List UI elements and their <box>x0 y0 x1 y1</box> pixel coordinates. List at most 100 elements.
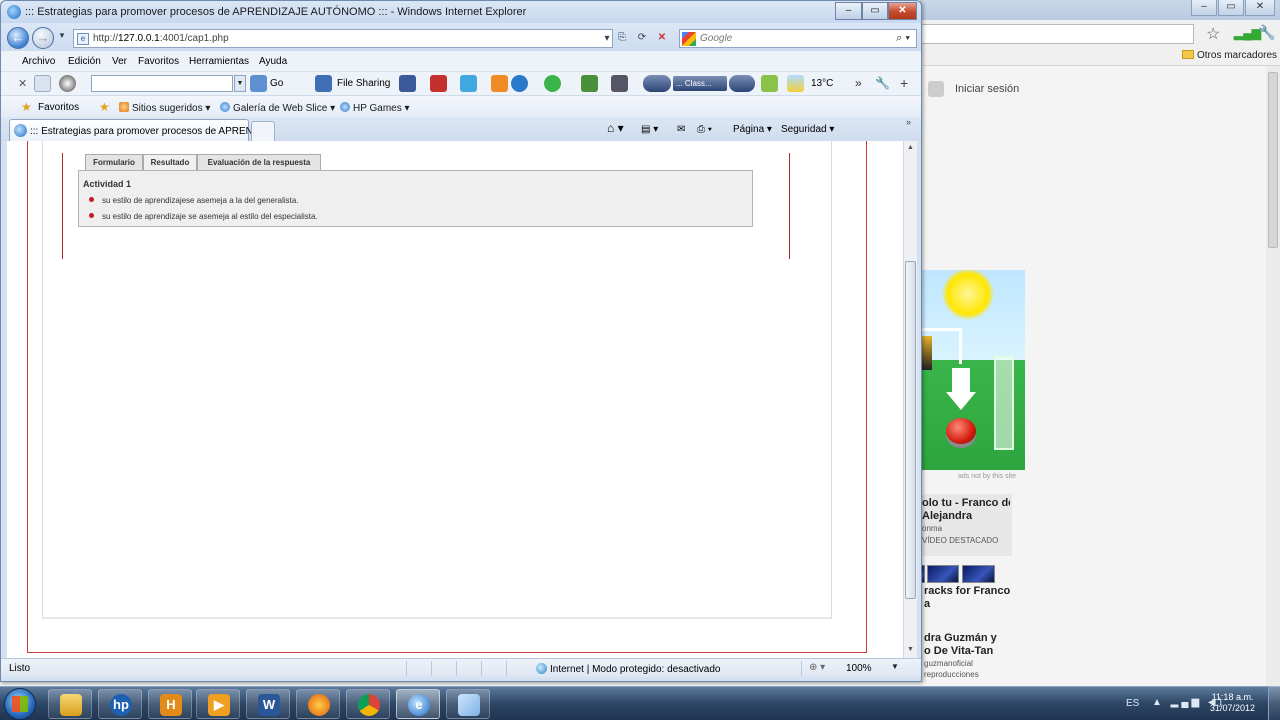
compat-view-icon[interactable]: ⎘ <box>615 31 629 45</box>
address-dropdown-icon[interactable]: ▾ <box>600 32 614 46</box>
wrench-icon[interactable]: 🔧 <box>1258 24 1275 41</box>
menu-ayuda[interactable]: Ayuda <box>259 56 287 67</box>
maximize-button[interactable]: ▭ <box>1218 0 1244 16</box>
add-favorite-icon[interactable]: ★ <box>99 100 110 114</box>
taskbar-hp[interactable]: hp <box>98 689 142 719</box>
chat-icon[interactable] <box>544 75 561 92</box>
new-tab-button[interactable] <box>251 121 275 141</box>
search-box[interactable]: Google ⌕ ▾ <box>679 29 917 48</box>
more-icon[interactable]: » <box>855 76 862 90</box>
taskbar-paint[interactable] <box>446 689 490 719</box>
address-protocol: http:// <box>93 33 119 44</box>
scrollbar-thumb[interactable] <box>905 261 916 599</box>
add-icon[interactable]: + <box>900 75 908 91</box>
fav-link-hpgames[interactable]: HP Games ▾ <box>340 102 410 114</box>
twitter-icon[interactable] <box>460 75 477 92</box>
taskbar-chrome[interactable] <box>346 689 390 719</box>
signin-link[interactable]: Iniciar sesión <box>955 83 1019 95</box>
fav-link-sitios[interactable]: Sitios sugeridos ▾ <box>119 102 210 114</box>
bookmark-star-icon[interactable]: ☆ <box>1206 24 1220 44</box>
red-button-icon[interactable] <box>946 418 976 444</box>
menu-ver[interactable]: Ver <box>112 56 127 67</box>
facebook-icon[interactable] <box>399 75 416 92</box>
print-icon[interactable]: ⎙ ▾ <box>697 124 712 135</box>
video-item[interactable]: dra Guzmán y o De Vita-Tan guzmanoficial… <box>924 632 1014 680</box>
scroll-down-icon[interactable]: ▼ <box>907 646 914 653</box>
minimize-button[interactable]: – <box>1191 0 1217 16</box>
background-address-bar[interactable] <box>922 24 1194 44</box>
weather-icon[interactable] <box>787 75 804 92</box>
media-next-icon[interactable] <box>729 75 755 92</box>
youtube-icon[interactable] <box>430 75 447 92</box>
favorites-button[interactable]: Favoritos <box>38 102 79 113</box>
people-icon[interactable] <box>581 75 598 92</box>
taskbar-explorer[interactable] <box>48 689 92 719</box>
tab-formulario[interactable]: Formulario <box>85 154 143 171</box>
minimize-button[interactable]: – <box>835 2 862 20</box>
stop-icon[interactable]: ✕ <box>655 31 669 45</box>
menu-archivo[interactable]: Archivo <box>22 56 55 67</box>
vertical-scrollbar[interactable]: ▲ ▼ <box>903 141 917 658</box>
media-controls-icon[interactable] <box>643 75 671 92</box>
game-ad-banner[interactable] <box>920 270 1025 470</box>
toolbar-menu-icon[interactable] <box>34 75 51 92</box>
zoom-dropdown-icon[interactable]: ▼ <box>891 662 899 671</box>
video-thumbnail[interactable] <box>927 565 959 583</box>
clock[interactable]: 11:18 a.m. 31/07/2012 <box>1210 692 1255 714</box>
page-menu[interactable]: Página ▾ <box>733 124 772 135</box>
feeds-icon[interactable]: ▤ ▾ <box>641 124 658 135</box>
other-bookmarks[interactable]: Otros marcadores <box>1182 50 1277 61</box>
green-bag-icon[interactable] <box>761 75 778 92</box>
chevron-icon[interactable]: » <box>906 117 911 127</box>
taskbar-word[interactable]: W <box>246 689 290 719</box>
video-thumbnail[interactable] <box>962 565 995 583</box>
language-indicator[interactable]: ES <box>1126 698 1139 709</box>
apps-icon[interactable] <box>611 75 628 92</box>
wrench-icon[interactable]: 🔧 <box>875 76 890 90</box>
address-bar[interactable]: e http://127.0.0.1:4001/cap1.php ▾ <box>73 29 613 48</box>
video-item[interactable]: olo tu - Franco de Alejandra onma VÍDEO … <box>920 494 1012 556</box>
background-scrollbar-thumb[interactable] <box>1268 72 1278 248</box>
taskbar-h-app[interactable]: H <box>148 689 192 719</box>
history-dropdown-icon[interactable]: ▼ <box>58 31 66 40</box>
maximize-button[interactable]: ▭ <box>862 2 888 20</box>
tab-current[interactable]: ::: Estrategias para promover procesos d… <box>9 119 261 141</box>
menu-edicion[interactable]: Edición <box>68 56 101 67</box>
forward-arrow-icon[interactable]: → <box>32 27 54 49</box>
class-dropdown[interactable]: ... Class... <box>673 76 727 91</box>
favorites-star-icon[interactable]: ★ <box>21 100 32 114</box>
go-button[interactable]: Go <box>270 78 283 89</box>
scroll-up-icon[interactable]: ▲ <box>907 144 914 151</box>
toolbar-search-input[interactable] <box>91 75 233 92</box>
taskbar-media[interactable]: ▶ <box>196 689 240 719</box>
show-desktop-button[interactable] <box>1268 686 1280 720</box>
mail-icon[interactable]: ✉ <box>677 124 685 135</box>
file-sharing-button[interactable]: File Sharing <box>337 78 390 89</box>
security-menu[interactable]: Seguridad ▾ <box>781 124 834 135</box>
tab-evaluacion[interactable]: Evaluación de la respuesta <box>197 154 321 171</box>
security-zone[interactable]: Internet | Modo protegido: desactivado <box>536 663 720 675</box>
toolbar-search-dropdown-icon[interactable]: ▼ <box>234 75 246 92</box>
weather-globe-icon[interactable] <box>511 75 528 92</box>
home-icon[interactable]: ⌂ ▾ <box>607 121 624 135</box>
lock-icon[interactable]: ⊕ ▾ <box>809 662 825 673</box>
taskbar-firefox[interactable] <box>296 689 340 719</box>
close-toolbar-icon[interactable]: ✕ <box>18 77 27 90</box>
fav-link-webslice[interactable]: Galería de Web Slice ▾ <box>220 102 335 114</box>
zoom-level[interactable]: 100% <box>846 663 872 674</box>
back-arrow-icon[interactable]: ← <box>7 27 29 49</box>
close-button[interactable]: ✕ <box>1245 0 1275 16</box>
file-sharing-icon[interactable] <box>315 75 332 92</box>
menu-herramientas[interactable]: Herramientas <box>189 56 249 67</box>
ie-titlebar[interactable]: ::: Estrategias para promover procesos d… <box>1 1 921 23</box>
video-item[interactable]: racks for Franco a <box>924 585 1012 611</box>
taskbar-ie[interactable]: e <box>396 689 440 719</box>
toolbar-logo-icon[interactable] <box>59 75 76 92</box>
rss-icon[interactable] <box>491 75 508 92</box>
close-button[interactable]: ✕ <box>888 2 917 20</box>
search-icon[interactable]: ⌕ ▾ <box>896 32 910 45</box>
menu-favoritos[interactable]: Favoritos <box>138 56 179 67</box>
refresh-icon[interactable]: ⟳ <box>635 31 649 45</box>
sun-icon <box>942 270 994 320</box>
go-icon[interactable] <box>250 75 267 92</box>
